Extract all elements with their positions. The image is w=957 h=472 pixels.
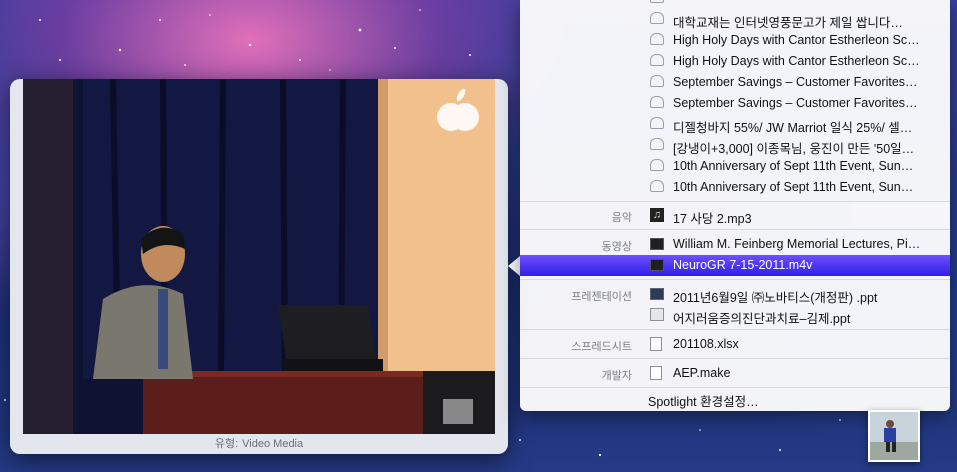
presentation-file-icon xyxy=(650,308,664,322)
divider xyxy=(520,387,950,388)
result-title: 디젤청바지 55%/ JW Marriot 일식 25%/ 셀… xyxy=(673,121,913,135)
result-title: 10th Anniversary of Sept 11th Event, Sun… xyxy=(673,159,914,173)
spotlight-preferences-item[interactable]: Spotlight 환경설정… xyxy=(648,391,759,410)
list-item[interactable]: 10th Anniversary of Sept 11th Event, Sun… xyxy=(520,156,950,177)
document-icon xyxy=(650,337,664,351)
result-title: 10th Anniversary of Sept 11th Event, Sun… xyxy=(673,180,914,194)
category-label-spreadsheets: 스프레드시트 xyxy=(571,341,632,353)
list-item[interactable]: 개발자 AEP.make xyxy=(520,363,950,384)
type-value: Video Media xyxy=(242,438,304,450)
list-item[interactable]: 음악 ♫ 17 사당 2.mp3 xyxy=(520,205,950,226)
mail-icon xyxy=(650,33,664,47)
mail-icon xyxy=(650,159,664,173)
result-title: NeuroGR 7-15-2011.m4v xyxy=(673,258,813,272)
category-label-movies: 동영상 xyxy=(601,241,632,253)
mail-icon xyxy=(650,54,664,68)
preview-pointer-arrow xyxy=(508,256,520,276)
list-item[interactable]: High Holy Days with Cantor Estherleon Sc… xyxy=(520,30,950,51)
type-caption: 유형: xyxy=(214,438,239,450)
video-preview[interactable] xyxy=(23,79,495,434)
list-item[interactable]: [강냉이+3,000] 이종목님, 웅진이 만든 '50일… xyxy=(520,135,950,156)
preview-type-label: 유형: Video Media xyxy=(10,435,508,451)
list-item[interactable]: 10th Anniversary of Sept 11th Event, Sun… xyxy=(520,177,950,198)
category-label-music: 음악 xyxy=(611,212,632,224)
divider xyxy=(520,279,950,280)
music-file-icon: ♫ xyxy=(650,208,664,222)
list-item[interactable]: 스프레드시트 201108.xlsx xyxy=(520,334,950,355)
mail-icon xyxy=(650,138,664,152)
result-title: 2011년6월9일 ㈜노바티스(개정판) .ppt xyxy=(673,291,878,305)
list-item[interactable]: 디젤청바지 55%/ JW Marriot 일식 25%/ 셀… xyxy=(520,114,950,135)
quick-look-preview: 유형: Video Media xyxy=(10,79,508,454)
result-title: 대학교재는 인터넷영풍문고가 제일 쌉니다… xyxy=(673,16,903,30)
mail-icon xyxy=(650,75,664,89)
result-title: 17 사당 2.mp3 xyxy=(673,212,752,226)
result-title: High Holy Days with Cantor Estherleon Sc… xyxy=(673,33,920,47)
list-item[interactable]: High Holy Days with Cantor Estherleon Sc… xyxy=(520,51,950,72)
spotlight-results-menu: 대학교재는 인터넷영풍문고가 제일 쌉니다… High Holy Days wi… xyxy=(520,0,950,411)
mail-icon xyxy=(650,12,664,26)
divider xyxy=(520,229,950,230)
category-label-presentations: 프레젠테이션 xyxy=(571,291,632,303)
list-item-selected[interactable]: NeuroGR 7-15-2011.m4v xyxy=(520,255,950,276)
presentation-file-icon xyxy=(650,287,664,301)
divider xyxy=(520,329,950,330)
list-item[interactable]: 프레젠테이션 2011년6월9일 ㈜노바티스(개정판) .ppt xyxy=(520,284,950,305)
list-item[interactable]: 어지러움증의진단과치료–김제.ppt xyxy=(520,305,950,326)
result-title: September Savings – Customer Favorites… xyxy=(673,96,918,110)
mail-icon xyxy=(650,117,664,131)
list-item[interactable]: September Savings – Customer Favorites… xyxy=(520,93,950,114)
list-item[interactable]: 동영상 William M. Feinberg Memorial Lecture… xyxy=(520,234,950,255)
divider xyxy=(520,358,950,359)
result-title: 201108.xlsx xyxy=(673,337,739,351)
desktop-file-thumbnail[interactable] xyxy=(868,410,920,462)
result-title: William M. Feinberg Memorial Lectures, P… xyxy=(673,237,921,251)
list-item[interactable]: 대학교재는 인터넷영풍문고가 제일 쌉니다… xyxy=(520,9,950,30)
category-label-developer: 개발자 xyxy=(601,370,632,382)
result-title: AEP.make xyxy=(673,366,731,380)
list-item[interactable]: September Savings – Customer Favorites… xyxy=(520,72,950,93)
result-title: High Holy Days with Cantor Estherleon Sc… xyxy=(673,54,920,68)
movie-file-icon xyxy=(650,258,664,272)
document-icon xyxy=(650,366,664,380)
movie-file-icon xyxy=(650,237,664,251)
mail-icon xyxy=(650,180,664,194)
result-title: [강냉이+3,000] 이종목님, 웅진이 만든 '50일… xyxy=(673,142,915,156)
divider xyxy=(520,201,950,202)
result-title: September Savings – Customer Favorites… xyxy=(673,75,918,89)
mail-icon xyxy=(650,0,664,5)
list-item[interactable] xyxy=(520,0,950,9)
mail-icon xyxy=(650,96,664,110)
result-title: 어지러움증의진단과치료–김제.ppt xyxy=(673,312,851,326)
